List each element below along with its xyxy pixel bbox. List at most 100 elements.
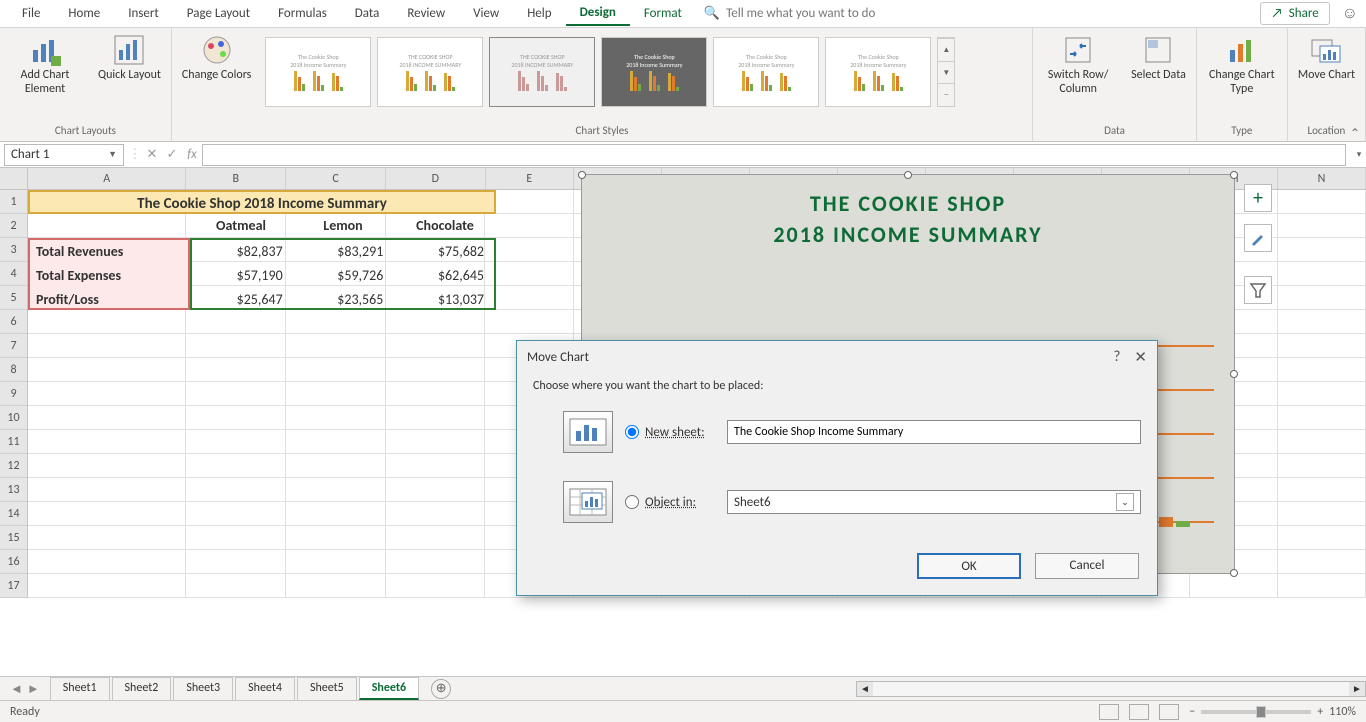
dialog-help-button[interactable]: ? [1113,348,1120,367]
row-header-15[interactable]: 15 [0,526,27,550]
tellme-search[interactable]: 🔍 Tell me what you want to do [704,6,876,21]
menu-formulas[interactable]: Formulas [264,2,341,25]
zoom-in-button[interactable]: + [1317,705,1323,719]
chart-style-4[interactable]: The Cookie Shop2018 Income Summary [601,37,707,107]
chart-handle[interactable] [578,171,586,179]
page-layout-view-button[interactable] [1129,704,1149,720]
name-box[interactable]: Chart 1 ▼ [4,144,124,166]
horizontal-scrollbar[interactable]: ◄ ► [856,681,1366,697]
zoom-slider-thumb[interactable] [1256,706,1266,718]
row-header-17[interactable]: 17 [0,574,27,598]
zoom-percent[interactable]: 110% [1329,705,1356,719]
row-header-6[interactable]: 6 [0,310,27,334]
sheet-tab-sheet2[interactable]: Sheet2 [112,677,172,700]
row-header-2[interactable]: 2 [0,214,27,238]
sheet-tab-sheet6[interactable]: Sheet6 [359,677,419,700]
column-header-B[interactable]: B [186,168,286,189]
feedback-smiley-icon[interactable]: ☺ [1342,4,1358,23]
row-header-3[interactable]: 3 [0,238,27,262]
switch-row-column-button[interactable]: Switch Row/ Column [1039,32,1117,99]
select-all-cell[interactable] [0,168,28,190]
row-header-1[interactable]: 1 [0,190,27,214]
menu-review[interactable]: Review [393,2,459,25]
row-header-12[interactable]: 12 [0,454,27,478]
zoom-out-button[interactable]: − [1189,705,1195,719]
sheet-tab-sheet3[interactable]: Sheet3 [173,677,233,700]
chart-style-6[interactable]: The Cookie Shop2018 Income Summary [825,37,931,107]
new-sheet-radio-input[interactable] [625,425,639,439]
row-header-7[interactable]: 7 [0,334,27,358]
row-header-16[interactable]: 16 [0,550,27,574]
quick-layout-button[interactable]: Quick Layout [94,32,165,84]
scrollbar-track[interactable] [873,682,1349,696]
menu-help[interactable]: Help [513,2,565,25]
move-chart-button[interactable]: Move Chart [1294,32,1359,84]
chart-style-5[interactable]: The Cookie Shop2018 Income Summary [713,37,819,107]
table-data[interactable]: $82,837$83,291$75,682 $57,190$59,726$62,… [190,238,496,310]
row-header-10[interactable]: 10 [0,406,27,430]
row-header-4[interactable]: 4 [0,262,27,286]
sheet-tab-sheet4[interactable]: Sheet4 [235,677,295,700]
column-header-D[interactable]: D [386,168,486,189]
column-header-A[interactable]: A [28,168,186,189]
row-header-9[interactable]: 9 [0,382,27,406]
tab-nav-prev-icon[interactable]: ◄ [10,681,23,697]
object-in-radio-input[interactable] [625,495,639,509]
row-header-5[interactable]: 5 [0,286,27,310]
chart-elements-button[interactable]: + [1244,184,1272,212]
scroll-left-icon[interactable]: ◄ [857,682,873,695]
sheet-tab-sheet1[interactable]: Sheet1 [50,677,110,700]
add-sheet-button[interactable]: ⊕ [431,679,451,699]
chart-styles-more[interactable]: ▲▼⎯ [937,37,955,107]
object-in-radio[interactable]: Object in: [625,495,715,510]
dialog-close-button[interactable]: ✕ [1134,348,1147,367]
select-data-button[interactable]: Select Data [1127,32,1190,84]
formula-bar-expand-icon[interactable]: ▾ [1352,149,1366,160]
row-header-13[interactable]: 13 [0,478,27,502]
chart-styles-button[interactable] [1244,224,1272,252]
enter-formula-icon[interactable]: ✓ [162,147,182,162]
menu-design[interactable]: Design [566,1,630,26]
chart-handle[interactable] [904,171,912,179]
menu-view[interactable]: View [459,2,513,25]
sheet-tab-sheet5[interactable]: Sheet5 [297,677,357,700]
share-button[interactable]: ↗ Share [1260,2,1329,25]
menu-data[interactable]: Data [341,2,394,25]
cancel-formula-icon[interactable]: ✕ [142,147,162,162]
column-header-E[interactable]: E [486,168,574,189]
object-in-select[interactable]: Sheet6 ⌄ [727,490,1141,514]
row-header-8[interactable]: 8 [0,358,27,382]
name-box-dropdown-icon[interactable]: ▼ [108,149,117,160]
dropdown-icon[interactable]: ⌄ [1116,493,1134,511]
dialog-titlebar[interactable]: Move Chart ? ✕ [517,341,1157,373]
zoom-slider[interactable] [1201,710,1311,714]
fx-icon[interactable]: fx [182,147,202,162]
menu-file[interactable]: File [8,2,54,25]
chart-style-3[interactable]: THE COOKIE SHOP2018 INCOME SUMMARY [489,37,595,107]
normal-view-button[interactable] [1099,704,1119,720]
chart-filters-button[interactable] [1244,276,1272,304]
dialog-cancel-button[interactable]: Cancel [1035,553,1139,579]
scroll-right-icon[interactable]: ► [1349,682,1365,695]
chart-style-2[interactable]: THE COOKIE SHOP2018 INCOME SUMMARY [377,37,483,107]
chart-handle[interactable] [1230,569,1238,577]
chart-handle[interactable] [1230,171,1238,179]
menu-insert[interactable]: Insert [114,2,173,25]
menu-format[interactable]: Format [630,2,696,25]
tab-nav-next-icon[interactable]: ► [27,681,40,697]
chart-handle[interactable] [1230,370,1238,378]
column-header-N[interactable]: N [1278,168,1366,189]
chart-style-1[interactable]: The Cookie Shop2018 Income Summary [265,37,371,107]
dialog-ok-button[interactable]: OK [917,553,1021,579]
new-sheet-name-input[interactable] [727,420,1141,444]
column-header-C[interactable]: C [286,168,386,189]
menu-page-layout[interactable]: Page Layout [173,2,264,25]
collapse-ribbon-icon[interactable]: ⌃ [1350,126,1360,141]
menu-home[interactable]: Home [54,2,114,25]
formula-bar[interactable] [202,144,1346,166]
add-chart-element-button[interactable]: Add Chart Element [6,32,84,99]
page-break-view-button[interactable] [1159,704,1179,720]
row-header-11[interactable]: 11 [0,430,27,454]
change-chart-type-button[interactable]: Change Chart Type [1203,32,1281,99]
row-header-14[interactable]: 14 [0,502,27,526]
